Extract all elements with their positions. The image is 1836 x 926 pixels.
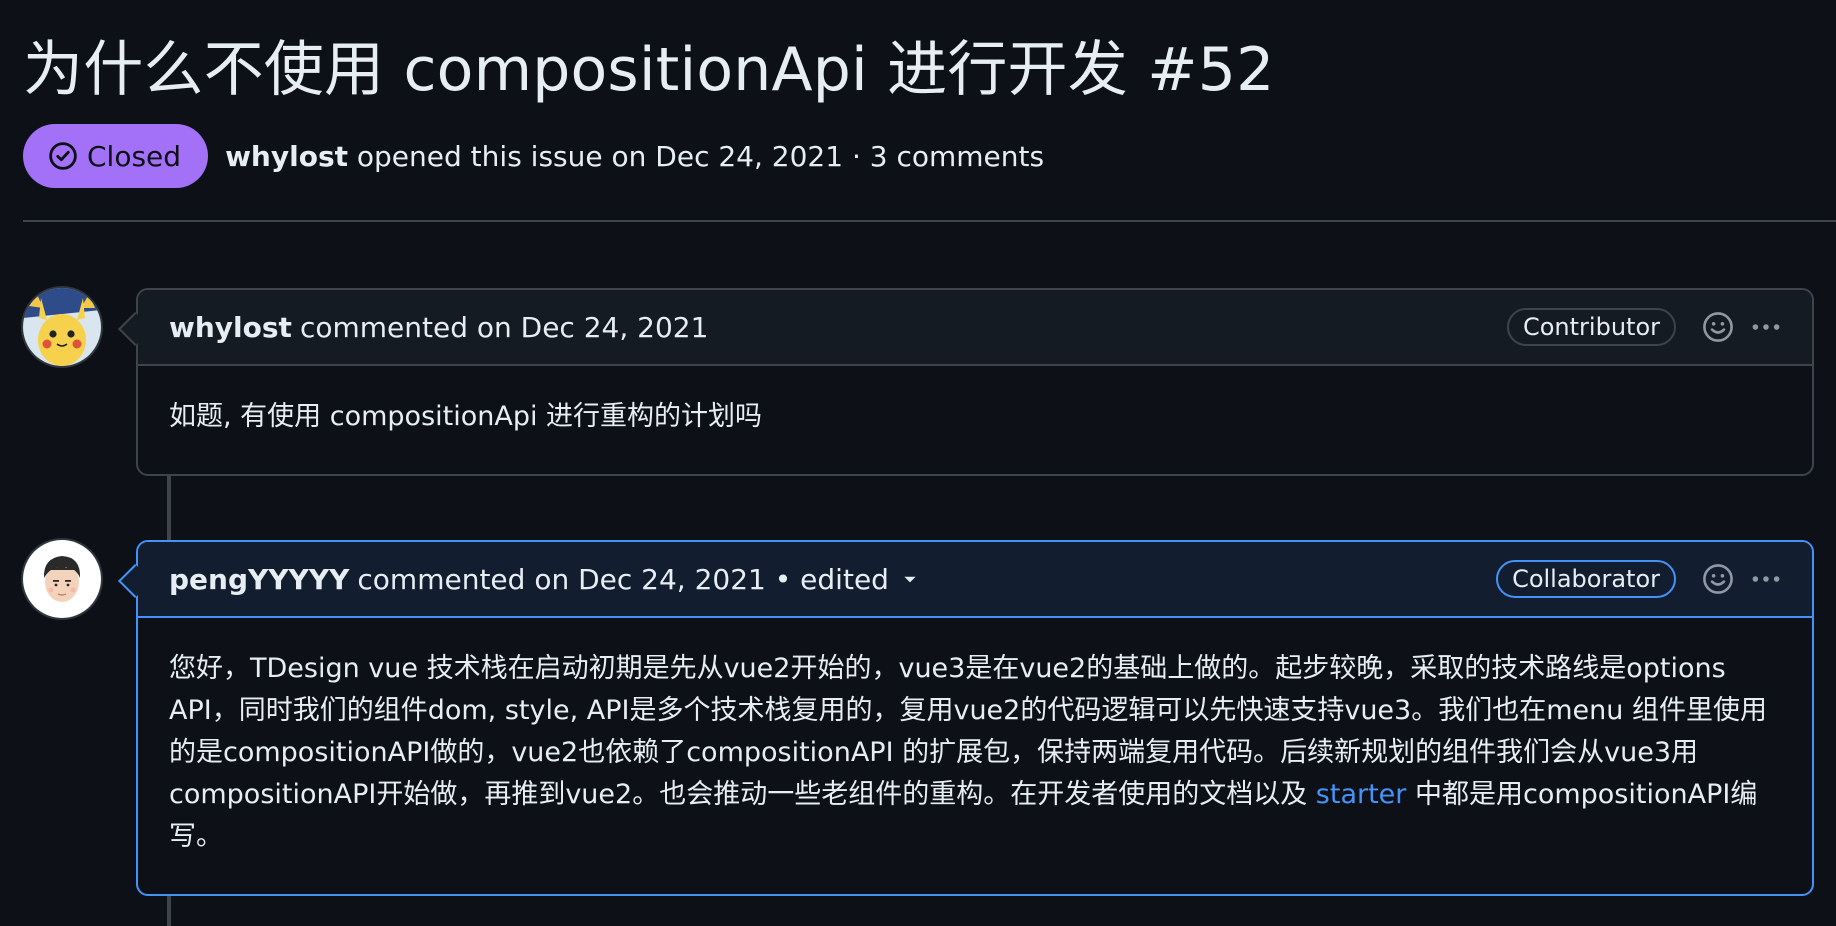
issue-meta-details: opened this issue on Dec 24, 2021 · 3 co… <box>356 139 1045 173</box>
starter-link[interactable]: starter <box>1316 779 1407 810</box>
issue-number: #52 <box>1147 35 1275 105</box>
issue-author-link[interactable]: whylost <box>225 140 348 173</box>
issue-meta-text: whylost opened this issue on Dec 24, 202… <box>225 140 1044 173</box>
kebab-horizontal-icon <box>1752 576 1780 582</box>
person-avatar-icon <box>23 540 101 618</box>
comment-timestamp[interactable]: commented on Dec 24, 2021 <box>300 311 708 344</box>
add-reaction-button[interactable] <box>1700 309 1736 345</box>
comment-header-text: pengYYYYY commented on Dec 24, 2021 • ed… <box>169 563 1496 596</box>
avatar[interactable] <box>21 538 103 620</box>
comment-author-link[interactable]: pengYYYYY <box>169 563 349 596</box>
timeline-connector <box>167 470 171 540</box>
comment-box: whylost commented on Dec 24, 2021 Contri… <box>118 288 1814 476</box>
comment-body: 您好，TDesign vue 技术栈在启动初期是先从vue2开始的，vue3是在… <box>138 618 1812 888</box>
issue-page: 为什么不使用 compositionApi 进行开发 #52 Closed wh… <box>0 0 1836 926</box>
comment-header: pengYYYYY commented on Dec 24, 2021 • ed… <box>138 542 1812 618</box>
triangle-down-icon <box>904 576 916 583</box>
kebab-horizontal-icon <box>1752 324 1780 330</box>
comment-header-text: whylost commented on Dec 24, 2021 <box>169 311 1507 344</box>
add-reaction-button[interactable] <box>1700 561 1736 597</box>
issue-title: 为什么不使用 compositionApi 进行开发 #52 <box>23 30 1274 110</box>
check-circle-icon <box>49 142 77 170</box>
state-label: Closed <box>87 139 182 173</box>
smiley-icon <box>1703 564 1733 594</box>
comment-author-link[interactable]: whylost <box>169 311 292 344</box>
header-divider <box>23 220 1836 222</box>
state-badge: Closed <box>23 124 209 188</box>
edit-history-dropdown[interactable] <box>901 570 919 588</box>
issue-title-text: 为什么不使用 compositionApi 进行开发 <box>23 35 1128 105</box>
role-badge: Contributor <box>1506 308 1676 346</box>
smiley-icon <box>1703 312 1733 342</box>
comment-box: pengYYYYY commented on Dec 24, 2021 • ed… <box>118 540 1814 896</box>
comment-header: whylost commented on Dec 24, 2021 Contri… <box>138 290 1812 366</box>
role-badge: Collaborator <box>1496 560 1676 598</box>
issue-meta: Closed whylost opened this issue on Dec … <box>23 124 1044 188</box>
pikachu-avatar-icon <box>23 288 101 366</box>
comment-menu-button[interactable] <box>1748 309 1784 345</box>
avatar[interactable] <box>21 286 103 368</box>
comment-menu-button[interactable] <box>1748 561 1784 597</box>
comment-body: 如题, 有使用 compositionApi 进行重构的计划吗 <box>169 401 763 432</box>
timeline-connector <box>167 895 171 926</box>
comment-timestamp[interactable]: commented on Dec 24, 2021 • edited <box>357 563 889 596</box>
